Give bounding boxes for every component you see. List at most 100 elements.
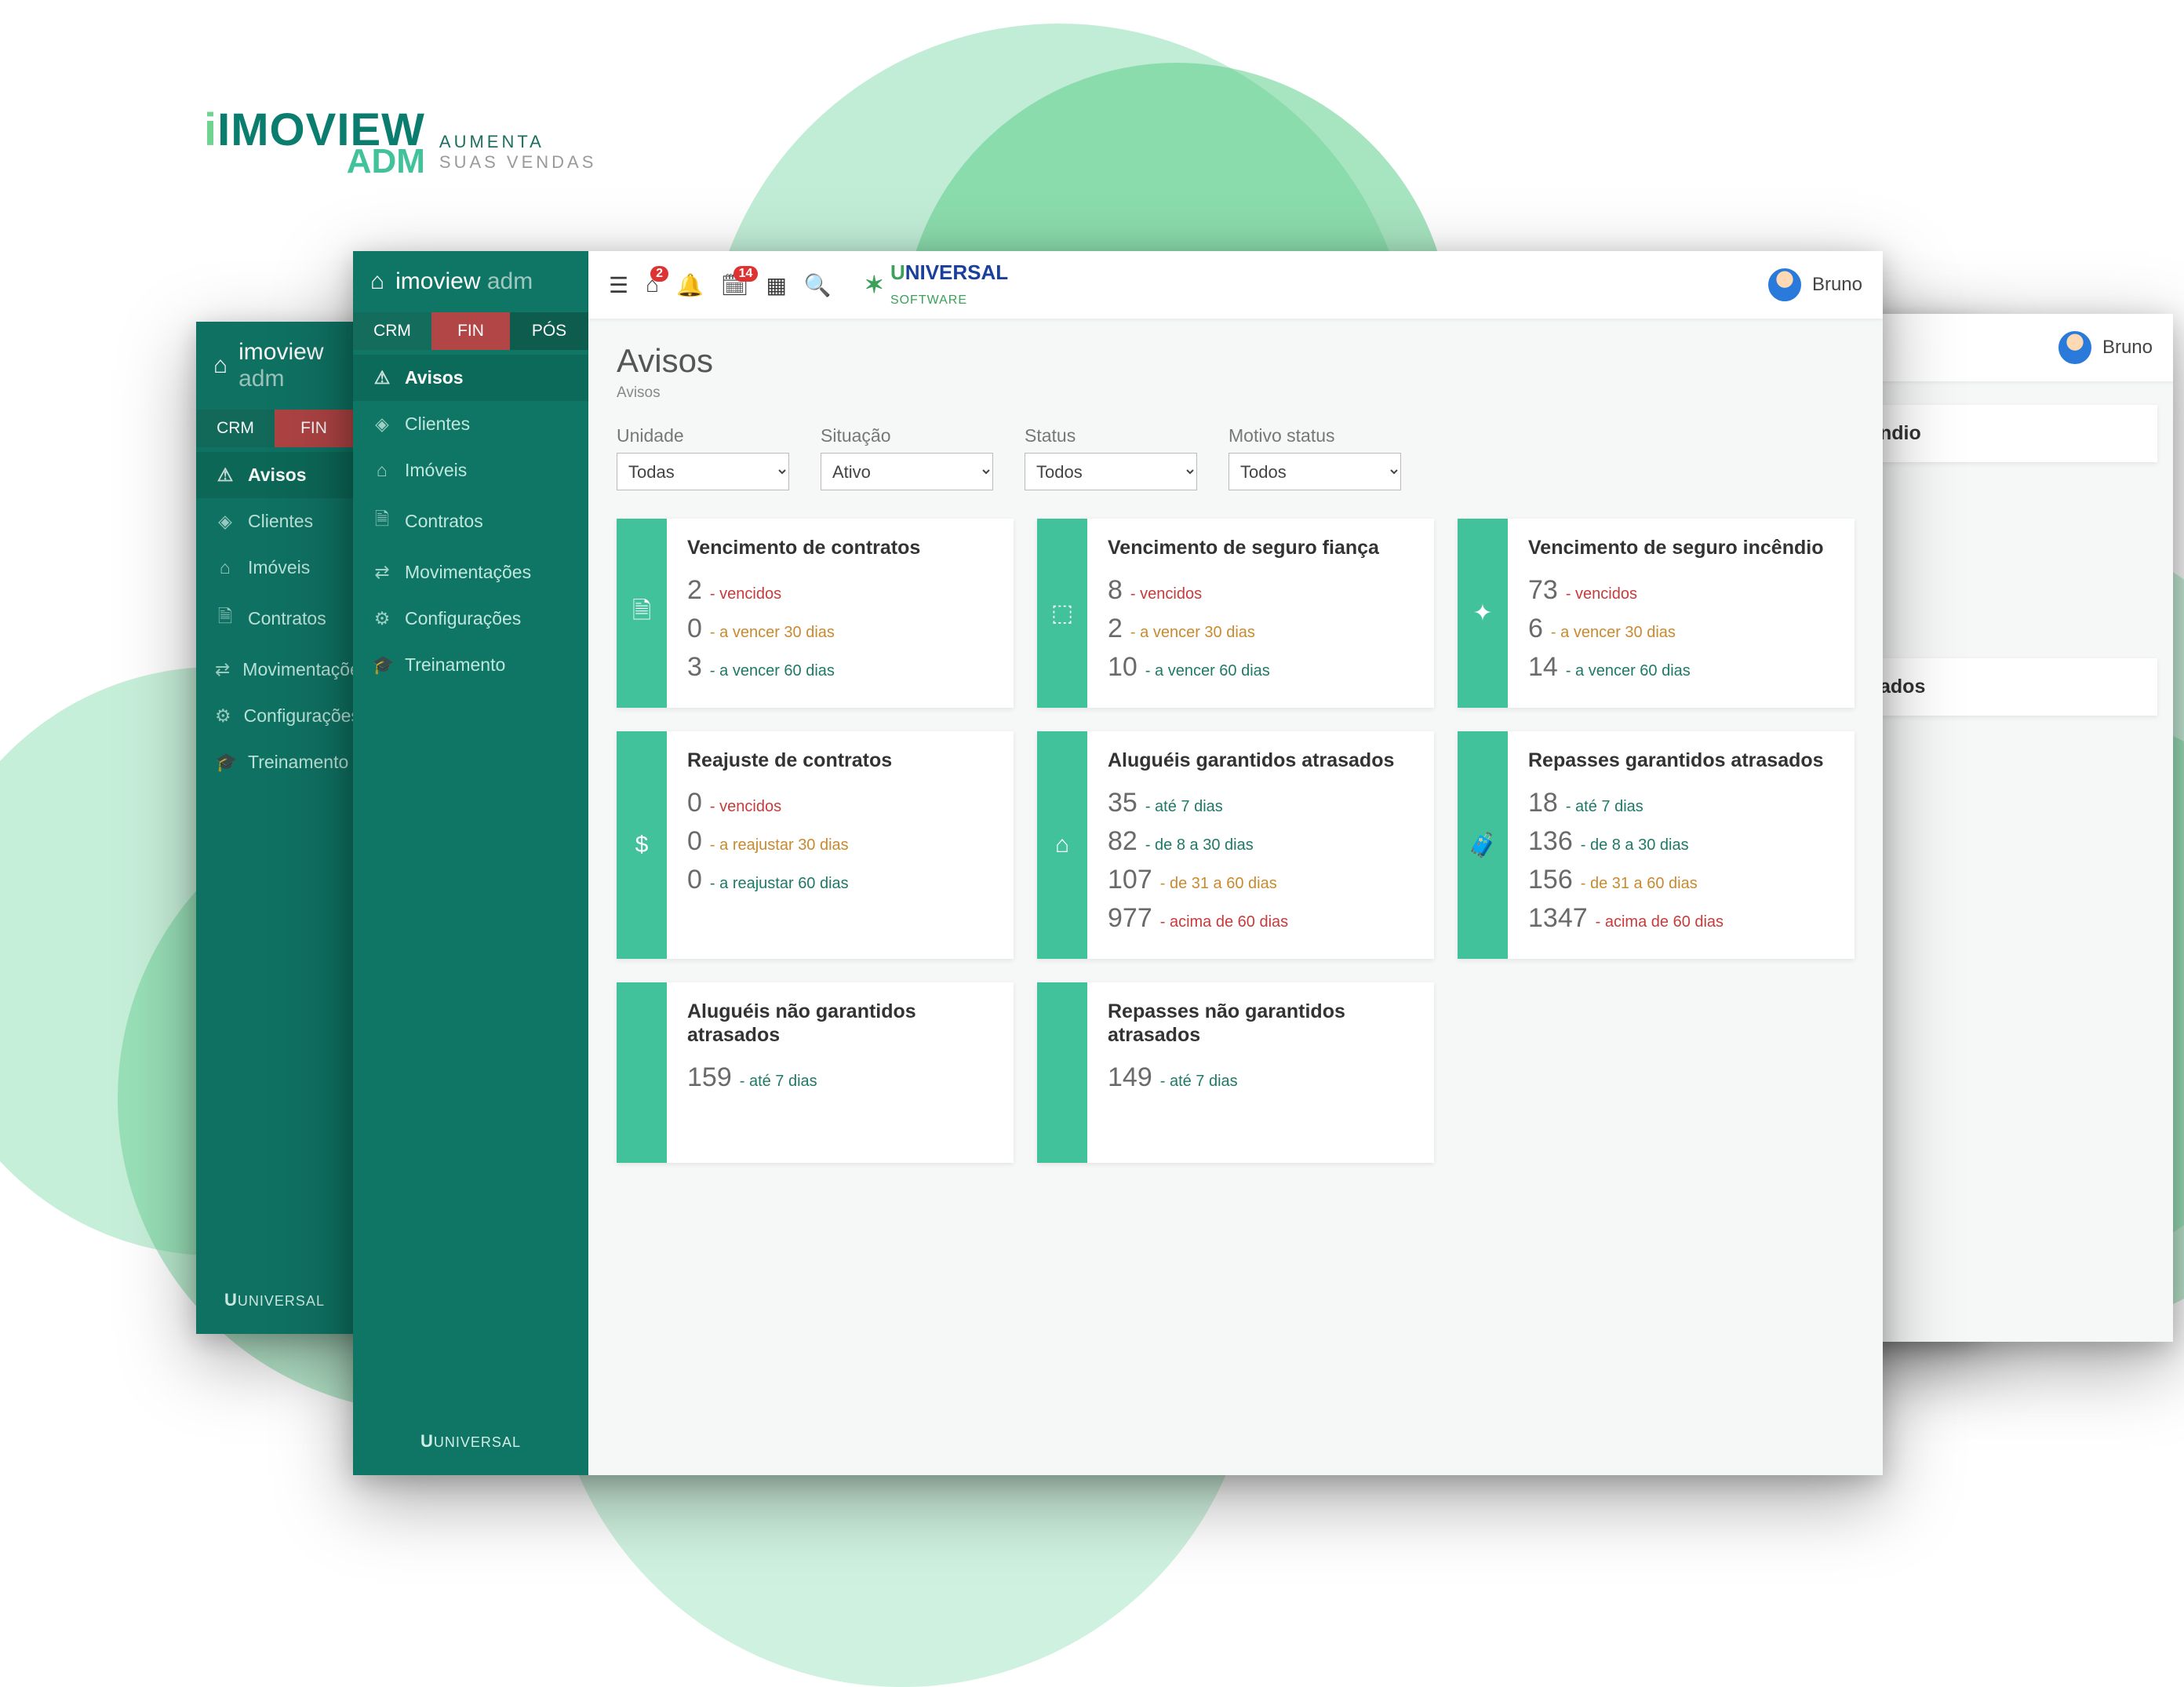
sidebar-item-label: Treinamento — [405, 654, 505, 676]
dashboard-card[interactable]: 🧳 Repasses garantidos atrasados 18 - até… — [1458, 731, 1855, 959]
tab-crm[interactable]: CRM — [196, 410, 275, 447]
bell-icon[interactable]: 🔔 — [676, 272, 704, 298]
metric-label: - a vencer 30 dias — [1130, 624, 1255, 642]
calendar-icon[interactable]: 🗓14 — [721, 272, 749, 298]
metric-number: 73 — [1528, 575, 1558, 606]
metric-number: 35 — [1108, 788, 1138, 818]
sidebar-item-icon: ⚙ — [215, 705, 231, 727]
dashboard-card[interactable]: Aluguéis não garantidos atrasados 159 - … — [617, 982, 1014, 1163]
sidebar-item-contratos[interactable]: 🗎Contratos — [353, 494, 588, 549]
dashboard-card[interactable]: ✦ Vencimento de seguro incêndio 73 - ven… — [1458, 519, 1855, 708]
sidebar-title[interactable]: ⌂ imoview adm — [353, 251, 588, 312]
metric-number: 0 — [687, 788, 702, 818]
metric-label: - a reajustar 60 dias — [710, 875, 849, 893]
card-icon: 🧳 — [1458, 731, 1508, 959]
home-icon: ⌂ — [213, 352, 228, 379]
sidebar-item-imoveis[interactable]: ⌂Imóveis — [196, 545, 353, 591]
sidebar-item-label: Avisos — [248, 465, 307, 486]
dashboard-card[interactable]: Repasses não garantidos atrasados 149 - … — [1037, 982, 1434, 1163]
metric-label: - de 8 a 30 dias — [1145, 836, 1254, 854]
card-metric: 14 - a vencer 60 dias — [1528, 652, 1834, 683]
brand-tag-2: SUAS VENDAS — [439, 152, 597, 173]
metric-label: - de 31 a 60 dias — [1581, 875, 1698, 893]
sidebar-item-icon: ⇄ — [372, 562, 392, 583]
sidebar-item-movimentacoes[interactable]: ⇄Movimentações — [353, 549, 588, 596]
home-icon[interactable]: ⌂2 — [646, 272, 659, 297]
sidebar-item-icon: ⌂ — [372, 460, 392, 481]
sidebar-footer-logo: UUNIVERSAL — [196, 1266, 353, 1334]
sidebar-item-label: Configurações — [244, 705, 360, 727]
metric-number: 8 — [1108, 575, 1123, 606]
tab-fin[interactable]: FIN — [431, 312, 510, 350]
card-metric: 82 - de 8 a 30 dias — [1108, 826, 1414, 857]
sidebar-item-movimentacoes[interactable]: ⇄Movimentações — [196, 647, 353, 693]
card-fragment: ados — [1859, 658, 2157, 716]
metric-number: 10 — [1108, 652, 1138, 683]
filter-label: Motivo status — [1228, 425, 1401, 446]
card-title: Repasses garantidos atrasados — [1528, 749, 1834, 772]
metric-label: - a vencer 60 dias — [1566, 662, 1691, 680]
sidebar-item-configuracoes[interactable]: ⚙Configurações — [196, 693, 353, 739]
filter-situacao[interactable]: Ativo — [821, 453, 993, 490]
sidebar: ⌂ imoview adm CRM FIN PÓS ⚠Avisos◈Client… — [353, 251, 588, 1475]
metric-label: - vencidos — [1130, 585, 1202, 603]
metric-label: - acima de 60 dias — [1596, 913, 1724, 931]
metric-number: 2 — [687, 575, 702, 606]
sidebar-item-treinamento[interactable]: 🎓Treinamento — [196, 739, 353, 785]
sidebar-item-clientes[interactable]: ◈Clientes — [196, 498, 353, 545]
sidebar-item-avisos[interactable]: ⚠Avisos — [353, 355, 588, 401]
search-icon[interactable]: 🔍 — [804, 272, 832, 298]
topbar: ☰ ⌂2 🔔 🗓14 ▦ 🔍 ✶ UNIVERSALSOFTWARE Bruno — [588, 251, 1883, 319]
sidebar-item-icon: 🎓 — [215, 752, 235, 773]
card-title: Vencimento de contratos — [687, 536, 993, 559]
sidebar-item-label: Avisos — [405, 367, 464, 388]
tab-pos[interactable]: PÓS — [510, 312, 588, 350]
grid-icon[interactable]: ▦ — [766, 272, 786, 298]
metric-number: 136 — [1528, 826, 1573, 857]
sidebar-item-icon: 🗎 — [372, 506, 392, 537]
card-metric: 156 - de 31 a 60 dias — [1528, 865, 1834, 895]
window-main: ⌂ imoview adm CRM FIN PÓS ⚠Avisos◈Client… — [353, 251, 1883, 1475]
filter-unidade[interactable]: Todas — [617, 453, 789, 490]
sidebar-item-configuracoes[interactable]: ⚙Configurações — [353, 596, 588, 642]
sidebar-item-label: Imóveis — [248, 557, 310, 578]
sidebar-item-treinamento[interactable]: 🎓Treinamento — [353, 642, 588, 688]
user-menu[interactable]: Bruno — [1768, 268, 1862, 301]
card-metric: 73 - vencidos — [1528, 575, 1834, 606]
filter-status[interactable]: Todos — [1025, 453, 1197, 490]
metric-label: - a vencer 30 dias — [1551, 624, 1676, 642]
card-metric: 10 - a vencer 60 dias — [1108, 652, 1414, 683]
menu-icon[interactable]: ☰ — [609, 272, 628, 298]
metric-number: 1347 — [1528, 903, 1588, 934]
card-metric: 18 - até 7 dias — [1528, 788, 1834, 818]
sidebar-item-imoveis[interactable]: ⌂Imóveis — [353, 447, 588, 494]
dashboard-card[interactable]: ⌂ Aluguéis garantidos atrasados 35 - até… — [1037, 731, 1434, 959]
sidebar-item-label: Contratos — [248, 608, 326, 629]
metric-label: - acima de 60 dias — [1160, 913, 1288, 931]
dashboard-card[interactable]: $ Reajuste de contratos 0 - vencidos 0 -… — [617, 731, 1014, 959]
page-title: Avisos — [617, 342, 1855, 380]
dashboard-card[interactable]: 🗎 Vencimento de contratos 2 - vencidos 0… — [617, 519, 1014, 708]
sidebar-item-avisos[interactable]: ⚠Avisos — [196, 452, 353, 498]
window-background-right: Bruno ndio ados — [1844, 314, 2173, 1342]
tab-crm[interactable]: CRM — [353, 312, 431, 350]
tab-fin[interactable]: FIN — [275, 410, 353, 447]
metric-label: - de 8 a 30 dias — [1581, 836, 1689, 854]
card-icon — [1037, 982, 1087, 1163]
filter-motivostatus[interactable]: Todos — [1228, 453, 1401, 490]
user-menu[interactable]: Bruno — [2058, 331, 2153, 364]
card-metric: 136 - de 8 a 30 dias — [1528, 826, 1834, 857]
sidebar-item-label: Movimentações — [242, 659, 369, 680]
sidebar-item-clientes[interactable]: ◈Clientes — [353, 401, 588, 447]
filter-label: Status — [1025, 425, 1197, 446]
metric-label: - vencidos — [1566, 585, 1637, 603]
metric-number: 159 — [687, 1062, 732, 1093]
sidebar-item-label: Clientes — [405, 414, 470, 435]
card-icon: ✦ — [1458, 519, 1508, 708]
sidebar-title[interactable]: ⌂ imoview adm — [196, 322, 353, 410]
dashboard-card[interactable]: ⬚ Vencimento de seguro fiança 8 - vencid… — [1037, 519, 1434, 708]
metric-number: 107 — [1108, 865, 1152, 895]
card-metric: 107 - de 31 a 60 dias — [1108, 865, 1414, 895]
sidebar-item-contratos[interactable]: 🗎Contratos — [196, 591, 353, 647]
company-logo: ✶ UNIVERSALSOFTWARE — [864, 261, 1008, 309]
